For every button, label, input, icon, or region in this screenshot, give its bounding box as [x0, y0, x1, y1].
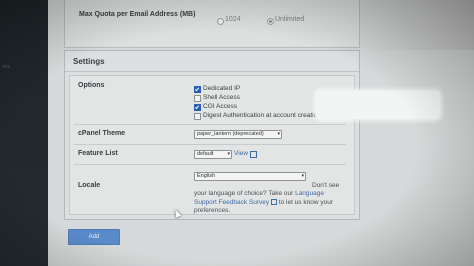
- sidebar: ons: [0, 0, 48, 266]
- row-divider: [74, 144, 346, 145]
- quota-radio-1024[interactable]: [217, 18, 224, 25]
- cgi-access-label: CGI Access: [203, 103, 237, 110]
- quota-option-1024: 1024: [225, 16, 241, 23]
- feature-list-value: default: [197, 151, 214, 157]
- theme-label: cPanel Theme: [78, 130, 126, 137]
- row-divider: [74, 124, 346, 125]
- quota-label: Max Quota per Email Address (MB): [79, 11, 196, 18]
- external-link-icon[interactable]: [250, 151, 257, 158]
- quota-section: Max Quota per Email Address (MB) 1024 Un…: [64, 0, 360, 48]
- theme-select[interactable]: paper_lantern (deprecated) ▾: [194, 130, 282, 139]
- shell-access-label: Shell Access: [203, 94, 240, 101]
- obscured-region: [316, 91, 440, 119]
- cgi-access-checkbox[interactable]: [194, 104, 201, 111]
- locale-label: Locale: [78, 182, 101, 189]
- chevron-down-icon: ▾: [301, 173, 304, 179]
- chevron-down-icon: ▾: [277, 131, 280, 137]
- add-button[interactable]: Add: [68, 229, 120, 245]
- screen: ons Max Quota per Email Address (MB) 102…: [0, 0, 474, 266]
- options-label: Options: [78, 82, 105, 89]
- shell-access-checkbox[interactable]: [194, 95, 201, 102]
- feature-list-select[interactable]: default ▾: [194, 150, 232, 159]
- sidebar-item[interactable]: ons: [2, 64, 10, 70]
- digest-auth-checkbox[interactable]: [194, 113, 201, 120]
- dedicated-ip-label: Dedicated IP: [203, 85, 241, 92]
- theme-select-value: paper_lantern (deprecated): [197, 131, 264, 137]
- quota-option-unlimited: Unlimited: [275, 16, 305, 23]
- locale-help-text: Don't see your language of choice? Take …: [194, 182, 340, 214]
- digest-auth-label: Digest Authentication at account creatio…: [203, 112, 323, 119]
- settings-title: Settings: [73, 57, 105, 66]
- row-divider: [74, 164, 346, 165]
- chevron-down-icon: ▾: [227, 151, 230, 157]
- divider: [65, 71, 359, 72]
- dedicated-ip-checkbox[interactable]: [194, 86, 201, 93]
- locale-select[interactable]: English ▾: [194, 172, 306, 181]
- quota-radio-unlimited[interactable]: [267, 18, 274, 25]
- feature-list-label: Feature List: [78, 150, 118, 157]
- locale-select-value: English: [197, 173, 216, 179]
- external-link-icon[interactable]: [270, 199, 277, 205]
- settings-table: Options Dedicated IP Shell Access CGI Ac…: [69, 75, 355, 215]
- settings-panel: Settings Options Dedicated IP Shell Acce…: [64, 50, 360, 220]
- feature-view-link[interactable]: View: [234, 150, 248, 157]
- main-page: Max Quota per Email Address (MB) 1024 Un…: [48, 0, 474, 266]
